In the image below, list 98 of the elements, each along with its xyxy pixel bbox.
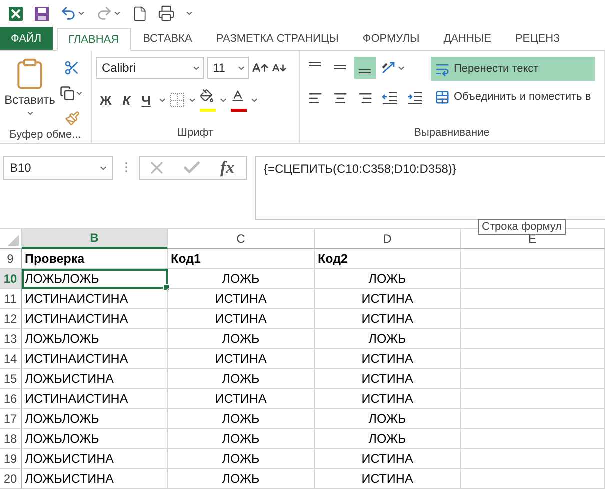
fill-color-bar <box>200 109 216 112</box>
table-cell: ЛОЖЬ <box>315 269 461 289</box>
font-name-dropdown[interactable]: Calibri <box>96 57 204 79</box>
copy-icon[interactable] <box>60 86 75 100</box>
caret-icon[interactable] <box>26 109 34 118</box>
table-cell: ИСТИНА <box>168 349 315 369</box>
table-cell: ЛОЖЬЛОЖЬ <box>22 269 168 289</box>
align-left-icon[interactable] <box>308 90 322 106</box>
table-cell: ИСТИНА <box>315 469 461 489</box>
table-cell: Код2 <box>315 249 461 269</box>
caret-icon[interactable] <box>77 9 86 18</box>
table-cell: ЛОЖЬЛОЖЬ <box>22 329 168 349</box>
wrap-text-icon <box>435 62 450 76</box>
font-color-icon[interactable] <box>230 89 245 103</box>
table-cell: Код1 <box>168 249 315 269</box>
table-cell: ИСТИНА <box>168 309 315 329</box>
group-label: Выравнивание <box>413 127 491 141</box>
wrap-text-button[interactable]: Перенести текст <box>431 57 596 81</box>
row-header[interactable]: 12 <box>0 309 22 329</box>
row-header[interactable]: 18 <box>0 429 22 449</box>
table-cell: ИСТИНАИСТИНА <box>22 389 168 409</box>
column-header[interactable]: B <box>22 229 168 249</box>
row-header[interactable]: 14 <box>0 349 22 369</box>
italic-button[interactable]: К <box>118 90 135 112</box>
row-header[interactable]: 11 <box>0 289 22 309</box>
table-cell: ИСТИНА <box>315 289 461 309</box>
row-header[interactable]: 9 <box>0 249 22 269</box>
fill-handle[interactable] <box>163 284 170 291</box>
fill-color-icon[interactable] <box>200 89 214 103</box>
borders-icon[interactable] <box>170 93 185 108</box>
row-header[interactable]: 16 <box>0 389 22 409</box>
table-cell: ИСТИНА <box>315 369 461 389</box>
save-icon[interactable] <box>34 6 50 22</box>
font-color-bar <box>230 109 247 112</box>
caret-icon[interactable] <box>188 96 197 105</box>
new-document-icon[interactable] <box>132 6 148 22</box>
merge-button[interactable]: Объединить и поместить в <box>431 85 596 109</box>
column-header[interactable]: C <box>168 229 315 249</box>
undo-icon[interactable] <box>60 5 77 22</box>
table-cell: ЛОЖЬЛОЖЬ <box>22 429 168 449</box>
table-cell: ЛОЖЬ <box>315 429 461 449</box>
table-cell: ИСТИНА <box>315 449 461 469</box>
table-cell: ИСТИНА <box>168 389 315 409</box>
table-cell: ЛОЖЬЛОЖЬ <box>22 409 168 429</box>
paste-button[interactable]: Вставить <box>4 57 56 129</box>
table-cell: ИСТИНА <box>315 389 461 409</box>
align-center-icon[interactable] <box>332 90 348 106</box>
table-cell: ЛОЖЬИСТИНА <box>22 469 168 489</box>
table-cell: ЛОЖЬ <box>168 409 315 429</box>
row-header[interactable]: 20 <box>0 469 22 489</box>
drag-handle-icon[interactable] <box>124 162 128 172</box>
table-cell: ИСТИНАИСТИНА <box>22 349 168 369</box>
table-cell: ЛОЖЬ <box>168 449 315 469</box>
table-cell: ЛОЖЬИСТИНА <box>22 449 168 469</box>
caret-icon[interactable] <box>218 96 228 105</box>
table-cell: ЛОЖЬ <box>315 409 461 429</box>
text-orientation-icon[interactable] <box>381 60 397 76</box>
table-cell: ИСТИНА <box>315 349 461 369</box>
table-cell: ЛОЖЬИСТИНА <box>22 369 168 389</box>
increase-indent-icon[interactable] <box>407 91 423 105</box>
underline-button[interactable]: Ч <box>138 90 155 112</box>
table-cell: ИСТИНАИСТИНА <box>22 309 168 329</box>
row-header[interactable]: 15 <box>0 369 22 389</box>
table-cell: ЛОЖЬ <box>168 429 315 449</box>
align-right-icon[interactable] <box>358 90 372 106</box>
decrease-indent-icon[interactable] <box>382 91 398 105</box>
table-cell: ЛОЖЬ <box>168 329 315 349</box>
row-header[interactable]: 19 <box>0 449 22 469</box>
table-cell: ЛОЖЬ <box>168 269 315 289</box>
caret-icon[interactable] <box>250 96 259 105</box>
bold-button[interactable]: Ж <box>96 90 116 112</box>
table-cell: ИСТИНА <box>168 289 315 309</box>
merge-cells-icon <box>435 90 450 104</box>
group-label: Шрифт <box>176 127 215 141</box>
tooltip: Строка формул <box>478 219 566 235</box>
group-label: Буфер обме... <box>8 129 82 143</box>
table-cell: ИСТИНА <box>315 309 461 329</box>
table-cell: ЛОЖЬ <box>315 329 461 349</box>
column-header[interactable]: D <box>315 229 461 249</box>
insert-function-button[interactable]: fx <box>216 158 239 178</box>
cut-icon[interactable] <box>64 60 80 76</box>
row-header[interactable]: 10 <box>0 269 22 289</box>
name-box[interactable]: B10 <box>3 156 113 180</box>
font-size-dropdown[interactable]: 11 <box>207 57 249 79</box>
table-cell: Проверка <box>22 249 168 269</box>
file-tab[interactable]: ФАЙЛ <box>0 27 53 50</box>
printer-icon[interactable] <box>158 5 175 22</box>
ribbon-tab[interactable]: ГЛАВНАЯ <box>56 28 132 51</box>
table-cell: ЛОЖЬ <box>168 469 315 489</box>
table-cell: ЛОЖЬ <box>168 369 315 389</box>
spreadsheet-logo-icon <box>8 6 24 22</box>
row-header[interactable]: 17 <box>0 409 22 429</box>
customize-menu-icon[interactable] <box>185 9 194 18</box>
row-header[interactable]: 13 <box>0 329 22 349</box>
format-painter-icon[interactable] <box>64 110 80 126</box>
caret-icon[interactable] <box>113 9 122 18</box>
table-cell: ИСТИНАИСТИНА <box>22 289 168 309</box>
caret-icon[interactable] <box>158 96 167 105</box>
